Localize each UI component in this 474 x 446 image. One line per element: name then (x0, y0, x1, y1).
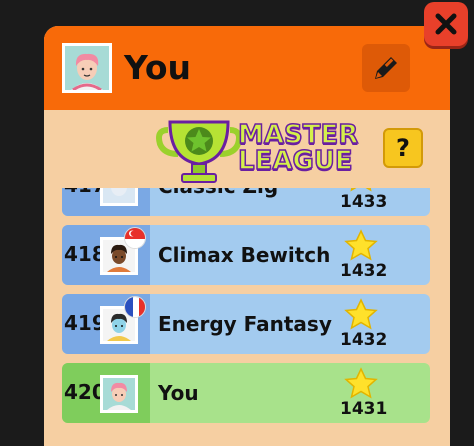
leaderboard-row[interactable]: 417 Classic Zig 1433 (62, 188, 430, 216)
edit-profile-button[interactable] (362, 44, 410, 92)
singapore-flag-icon (124, 227, 146, 249)
close-button[interactable] (424, 2, 468, 46)
leaderboard-list[interactable]: 417 Classic Zig 1433 418 (62, 188, 430, 446)
league-title-line2: LEAGUE (237, 146, 353, 176)
player-avatar (100, 188, 138, 206)
league-badge: MASTER LEAGUE (156, 116, 359, 186)
star-icon (344, 367, 378, 399)
profile-header: You (44, 26, 450, 110)
league-title: MASTER LEAGUE (237, 120, 359, 176)
player-name: Climax Bewitch (158, 243, 331, 267)
leaderboard-panel: You MASTER LEAGUE ? 417 (44, 26, 450, 446)
player-name: Energy Fantasy (158, 312, 332, 336)
leaderboard-row-current-player[interactable]: 420 You 1431 (62, 363, 430, 423)
player-score: 1432 (340, 261, 388, 281)
rank-cell: 420 (62, 363, 150, 423)
league-title-line1: MASTER (237, 120, 359, 150)
player-name: Classic Zig (158, 188, 278, 198)
player-score: 1433 (340, 192, 388, 212)
help-button[interactable]: ? (383, 128, 423, 168)
star-icon (344, 229, 378, 261)
player-score: 1432 (340, 330, 388, 350)
rank-cell: 419 (62, 294, 150, 354)
player-name: You (158, 381, 199, 405)
leaderboard-row[interactable]: 419 Energy Fantasy 1432 (62, 294, 430, 354)
france-flag-icon (124, 296, 146, 318)
player-avatar (62, 43, 112, 93)
leaderboard-row[interactable]: 418 Climax Bewitch 1432 (62, 225, 430, 285)
close-icon (435, 13, 457, 35)
rank-cell: 417 (62, 188, 150, 216)
player-avatar (100, 375, 138, 413)
pencil-icon (375, 57, 397, 79)
star-icon (344, 298, 378, 330)
player-score: 1431 (340, 399, 388, 419)
rank-cell: 418 (62, 225, 150, 285)
player-name-title: You (124, 48, 192, 87)
trophy-icon (156, 120, 242, 183)
